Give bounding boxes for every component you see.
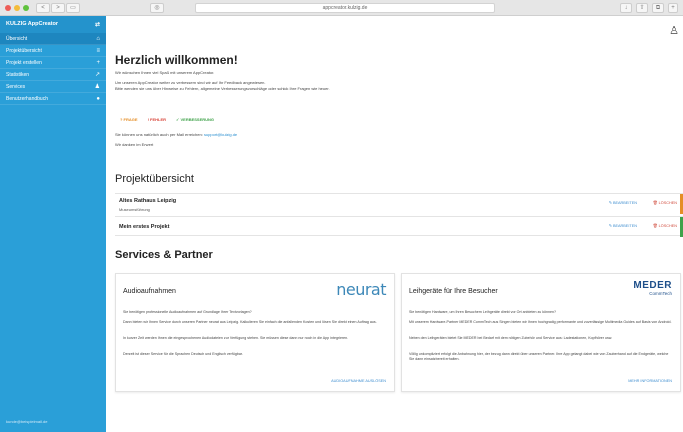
- address-bar[interactable]: appcreator.kulzig.de: [195, 3, 495, 13]
- sidebar-item-label: Services: [6, 83, 26, 90]
- sidebar-header: KULZIG AppCreator ⇄: [0, 16, 106, 33]
- card-paragraph: Sie benötigen Hardware, um Ihren Besuche…: [409, 310, 557, 314]
- sidebar-item-overview[interactable]: Übersicht ⌂: [0, 33, 106, 45]
- browser-toolbar: < > ▭ ◎ appcreator.kulzig.de ↓ ⇧ ⧉ +: [0, 0, 683, 16]
- delete-button[interactable]: 🗑 LÖSCHEN: [653, 200, 677, 205]
- error-badge[interactable]: ! FEHLER: [148, 117, 166, 122]
- mail-hint: Sie können uns natürlich auch per Mail e…: [115, 132, 237, 137]
- zoom-window-icon[interactable]: [23, 5, 29, 11]
- list-icon: ≡: [96, 47, 100, 54]
- sidebar-item-label: Benutzerhandbuch: [6, 95, 48, 102]
- sidebar-item-statistics[interactable]: Statistiken ↗: [0, 69, 106, 81]
- share-icon[interactable]: ⇧: [636, 3, 648, 13]
- home-icon: ⌂: [96, 35, 100, 42]
- welcome-line: Um unseren AppCreator weiter zu verbesse…: [115, 80, 266, 85]
- sidebar-item-services[interactable]: Services ♟: [0, 81, 106, 93]
- plus-icon: +: [96, 59, 100, 66]
- app-title: KULZIG AppCreator: [6, 21, 59, 27]
- meder-logo-sub: CommTech: [649, 291, 672, 296]
- back-button[interactable]: <: [36, 3, 50, 13]
- download-icon[interactable]: ↓: [620, 3, 632, 13]
- sidebar-item-label: Übersicht: [6, 35, 28, 42]
- sidebar-item-label: Projektübersicht: [6, 47, 42, 54]
- edit-button[interactable]: ✎ BEARBEITEN: [609, 200, 637, 205]
- project-name: Mein erstes Projekt: [119, 224, 170, 230]
- edit-button[interactable]: ✎ BEARBEITEN: [609, 223, 637, 228]
- question-badge[interactable]: ? FRAGE: [120, 117, 138, 122]
- card-paragraph: In kurzer Zeit werden Ihnen die eingespr…: [123, 336, 349, 340]
- collapse-icon[interactable]: ⇄: [95, 21, 100, 28]
- project-row[interactable]: Mein erstes Projekt ✎ BEARBEITEN 🗑 LÖSCH…: [115, 216, 683, 237]
- card-paragraph: Völlig unkompliziert erfolgt die Anbahnu…: [409, 352, 669, 361]
- improvement-badge[interactable]: ✓ VERBESSERUNG: [176, 117, 214, 122]
- add-tab-icon[interactable]: +: [668, 3, 678, 13]
- sidebar-item-create-project[interactable]: Projekt erstellen +: [0, 57, 106, 69]
- more-info-link[interactable]: MEHR INFORMATIONEN: [628, 379, 672, 383]
- shield-icon[interactable]: ◎: [150, 3, 164, 13]
- sidebar: KULZIG AppCreator ⇄ Übersicht ⌂ Projektü…: [0, 16, 106, 432]
- close-window-icon[interactable]: [5, 5, 11, 11]
- thanks-text: Wir danken im Erwert: [115, 142, 154, 147]
- delete-button[interactable]: 🗑 LÖSCHEN: [653, 223, 677, 228]
- chart-icon: ↗: [94, 72, 100, 78]
- projects-title: Projektübersicht: [115, 173, 194, 185]
- help-icon: ●: [96, 95, 100, 102]
- card-paragraph: Neben den Leihgeräten bietet Sie MEDER b…: [409, 336, 613, 340]
- forward-button[interactable]: >: [51, 3, 65, 13]
- card-paragraph: Mit unserem Hardware-Partner MEDER CommT…: [409, 320, 672, 324]
- sidebar-item-label: Projekt erstellen: [6, 59, 42, 66]
- service-card-devices: Leihgeräte für Ihre Besucher MEDER CommT…: [401, 273, 681, 392]
- tabs-icon[interactable]: ⧉: [652, 3, 664, 13]
- mail-text: Sie können uns natürlich auch per Mail e…: [115, 132, 204, 137]
- card-paragraph: Dann bieten wir Ihnen Service durch unse…: [123, 320, 377, 324]
- sidebar-item-label: Statistiken: [6, 71, 30, 78]
- project-subtitle: Museumsführung: [119, 207, 150, 212]
- page-title: Herzlich willkommen!: [115, 53, 238, 67]
- order-audio-link[interactable]: AUDIOAUFNAHME AUSLÖSEN: [331, 379, 386, 383]
- services-title: Services & Partner: [115, 249, 213, 261]
- welcome-line: Wir wünschen Ihnen viel Spaß mit unserem…: [115, 70, 215, 75]
- meder-logo-text: MEDER: [633, 280, 672, 291]
- user-icon[interactable]: ♙: [669, 24, 679, 37]
- card-paragraph: Derzeit ist dieser Service für die Sprac…: [123, 352, 243, 356]
- sidebar-item-manual[interactable]: Benutzerhandbuch ●: [0, 93, 106, 105]
- main-content: ♙ Herzlich willkommen! Wir wünschen Ihne…: [106, 16, 683, 432]
- card-title: Audioaufnahmen: [123, 288, 176, 295]
- service-card-audio: Audioaufnahmen neurat Sie benötigen prof…: [115, 273, 395, 392]
- minimize-window-icon[interactable]: [14, 5, 20, 11]
- people-icon: ♟: [94, 84, 100, 90]
- support-mail-link[interactable]: support@kulzig.de: [204, 132, 237, 137]
- sidebar-item-projects[interactable]: Projektübersicht ≡: [0, 45, 106, 57]
- neurat-logo: neurat: [336, 280, 386, 299]
- sidebar-footer-email[interactable]: kunde@beispielmail.de: [6, 419, 47, 424]
- welcome-line: Bitte wenden sie uns über Hinweise zu Fe…: [115, 86, 330, 91]
- card-title: Leihgeräte für Ihre Besucher: [409, 288, 498, 295]
- project-name: Altes Rathaus Leipzig: [119, 198, 177, 204]
- card-paragraph: Sie benötigen professionelle Audioaufnah…: [123, 310, 252, 314]
- meder-logo: MEDER CommTech: [633, 280, 672, 296]
- project-row[interactable]: Altes Rathaus Leipzig Museumsführung ✎ B…: [115, 193, 683, 214]
- sidebar-toggle-button[interactable]: ▭: [66, 3, 80, 13]
- feedback-badges: ? FRAGE ! FEHLER ✓ VERBESSERUNG: [120, 117, 214, 122]
